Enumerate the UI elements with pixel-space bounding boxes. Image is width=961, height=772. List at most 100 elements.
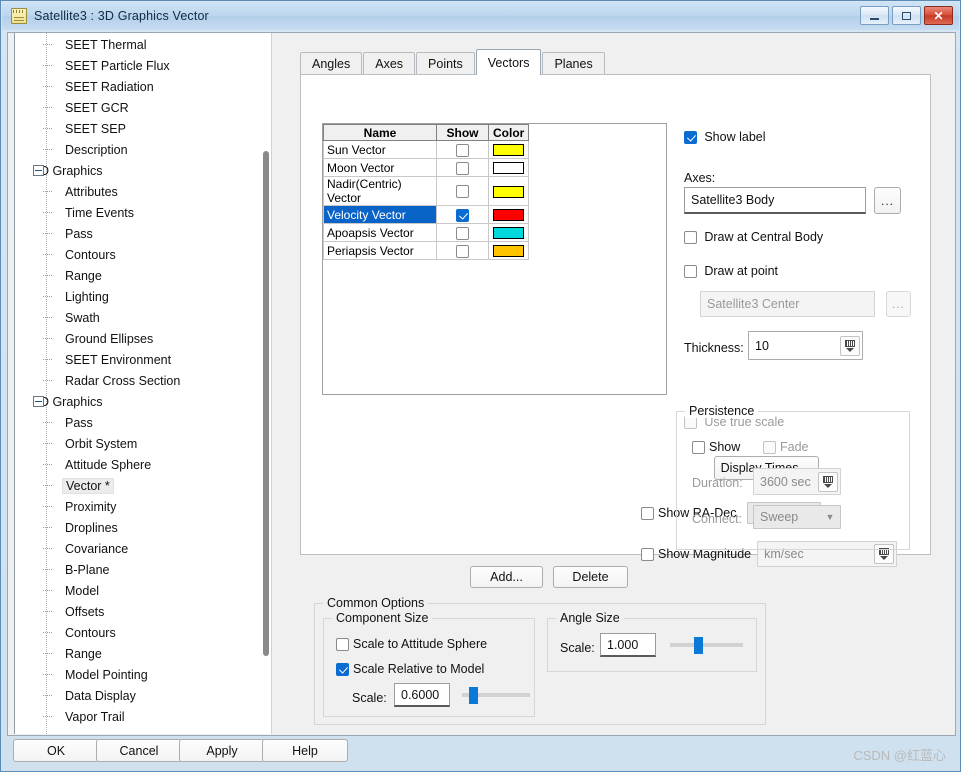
sidebar-item-seet-radiation[interactable]: SEET Radiation bbox=[15, 76, 271, 97]
add-button[interactable]: Add... bbox=[470, 566, 543, 588]
expander-collapse-icon[interactable] bbox=[33, 165, 44, 176]
vector-show-checkbox[interactable] bbox=[456, 244, 469, 258]
vector-show-cell[interactable] bbox=[436, 176, 489, 206]
table-row[interactable]: Velocity Vector bbox=[323, 205, 530, 224]
sidebar-item-time-events[interactable]: Time Events bbox=[15, 202, 271, 223]
sidebar-item-contours[interactable]: Contours bbox=[15, 244, 271, 265]
vector-list[interactable]: Name Show Color Sun Vector Moon Vector Nad… bbox=[322, 123, 667, 395]
persistence-duration-field[interactable]: 3600 sec bbox=[753, 468, 841, 495]
vector-show-checkbox[interactable] bbox=[456, 161, 469, 175]
vector-show-checkbox[interactable] bbox=[456, 208, 469, 222]
duration-stepper-icon[interactable] bbox=[818, 471, 838, 492]
maximize-button[interactable] bbox=[892, 6, 921, 25]
color-swatch[interactable] bbox=[493, 162, 525, 175]
color-swatch[interactable] bbox=[493, 185, 525, 198]
close-button[interactable]: ✕ bbox=[924, 6, 953, 25]
vector-show-checkbox[interactable] bbox=[456, 185, 469, 199]
slider-thumb[interactable] bbox=[469, 687, 479, 704]
draw-central-body-checkbox[interactable] bbox=[684, 231, 697, 245]
show-magnitude-checkbox[interactable] bbox=[641, 547, 654, 561]
column-header-color[interactable]: Color bbox=[487, 124, 530, 141]
tab-angles[interactable]: Angles bbox=[300, 52, 363, 75]
vector-color-cell[interactable] bbox=[487, 158, 530, 177]
sidebar-item-b-plane[interactable]: B-Plane bbox=[15, 559, 271, 580]
persistence-fade-checkbox[interactable] bbox=[763, 440, 776, 454]
sidebar-item-seet-particle-flux[interactable]: SEET Particle Flux bbox=[15, 55, 271, 76]
sidebar-item-3d-graphics[interactable]: 3D Graphics bbox=[15, 391, 271, 412]
sidebar-item-data-display[interactable]: Data Display bbox=[15, 685, 271, 706]
vector-show-cell[interactable] bbox=[436, 140, 489, 159]
scale-relative-model-checkbox[interactable] bbox=[336, 662, 349, 676]
sidebar-item-contours[interactable]: Contours bbox=[15, 622, 271, 643]
sidebar-item-2d-graphics[interactable]: 2D Graphics bbox=[15, 160, 271, 181]
vector-show-checkbox[interactable] bbox=[456, 143, 469, 157]
color-swatch[interactable] bbox=[493, 227, 525, 240]
persistence-show-checkbox[interactable] bbox=[692, 440, 705, 454]
table-row[interactable]: Apoapsis Vector bbox=[323, 223, 530, 242]
sidebar-item-droplines[interactable]: Droplines bbox=[15, 517, 271, 538]
delete-button[interactable]: Delete bbox=[553, 566, 628, 588]
show-label-checkbox[interactable] bbox=[684, 131, 697, 145]
help-button[interactable]: Help bbox=[262, 739, 348, 762]
minimize-button[interactable] bbox=[860, 6, 889, 25]
vector-show-cell[interactable] bbox=[436, 205, 489, 224]
component-scale-input[interactable]: 0.6000 bbox=[394, 683, 450, 707]
tab-strip[interactable]: Angles Axes Points Vectors Planes bbox=[300, 49, 606, 75]
vector-color-cell[interactable] bbox=[487, 140, 530, 159]
sidebar-item-proximity[interactable]: Proximity bbox=[15, 496, 271, 517]
color-swatch[interactable] bbox=[493, 245, 525, 258]
sidebar-item-orbit-system[interactable]: Orbit System bbox=[15, 433, 271, 454]
sidebar-item-model[interactable]: Model bbox=[15, 580, 271, 601]
sidebar-item-seet-gcr[interactable]: SEET GCR bbox=[15, 97, 271, 118]
sidebar-item-attitude-sphere[interactable]: Attitude Sphere bbox=[15, 454, 271, 475]
expander-collapse-icon[interactable] bbox=[33, 396, 44, 407]
sidebar-item-vapor-trail[interactable]: Vapor Trail bbox=[15, 706, 271, 727]
vector-show-checkbox[interactable] bbox=[456, 226, 469, 240]
sidebar-item-vector[interactable]: Vector * bbox=[15, 475, 271, 496]
sidebar-item-seet-thermal[interactable]: SEET Thermal bbox=[15, 34, 271, 55]
sidebar-item-lighting[interactable]: Lighting bbox=[15, 286, 271, 307]
vector-color-cell[interactable] bbox=[487, 223, 530, 242]
sidebar-item-offsets[interactable]: Offsets bbox=[15, 601, 271, 622]
column-header-show[interactable]: Show bbox=[436, 124, 489, 141]
persistence-connect-combo[interactable]: Sweep ▼ bbox=[753, 505, 841, 529]
tab-axes[interactable]: Axes bbox=[363, 52, 416, 75]
table-row[interactable]: Periapsis Vector bbox=[323, 241, 530, 260]
vector-show-cell[interactable] bbox=[436, 241, 489, 260]
thickness-stepper-icon[interactable] bbox=[840, 335, 860, 356]
vector-color-cell[interactable] bbox=[487, 176, 530, 206]
draw-point-browse-button[interactable]: ... bbox=[886, 291, 911, 317]
navigation-tree[interactable]: SEET Thermal SEET Particle Flux SEET Radia… bbox=[14, 33, 272, 734]
apply-button[interactable]: Apply bbox=[179, 739, 265, 762]
tab-points[interactable]: Points bbox=[416, 52, 475, 75]
thickness-input[interactable]: 10 bbox=[748, 331, 863, 360]
color-swatch[interactable] bbox=[493, 144, 525, 157]
vector-show-cell[interactable] bbox=[436, 223, 489, 242]
sidebar-item-swath[interactable]: Swath bbox=[15, 307, 271, 328]
draw-point-input[interactable]: Satellite3 Center bbox=[700, 291, 875, 317]
vector-color-cell[interactable] bbox=[487, 241, 530, 260]
sidebar-item-pass[interactable]: Pass bbox=[15, 412, 271, 433]
vector-show-cell[interactable] bbox=[436, 158, 489, 177]
sidebar-item-range[interactable]: Range bbox=[15, 265, 271, 286]
sidebar-item-pass[interactable]: Pass bbox=[15, 223, 271, 244]
slider-thumb[interactable] bbox=[694, 637, 704, 654]
table-row[interactable]: Sun Vector bbox=[323, 140, 530, 159]
tree-scrollbar[interactable] bbox=[263, 151, 269, 656]
sidebar-item-ground-ellipses[interactable]: Ground Ellipses bbox=[15, 328, 271, 349]
tab-vectors[interactable]: Vectors bbox=[475, 49, 542, 75]
sidebar-item-radar-cross-section[interactable]: Radar Cross Section bbox=[15, 370, 271, 391]
vector-color-cell[interactable] bbox=[487, 205, 530, 224]
tab-planes[interactable]: Planes bbox=[542, 52, 605, 75]
sidebar-item-attributes[interactable]: Attributes bbox=[15, 181, 271, 202]
sidebar-item-range[interactable]: Range bbox=[15, 643, 271, 664]
sidebar-item-model-pointing[interactable]: Model Pointing bbox=[15, 664, 271, 685]
angle-scale-slider[interactable] bbox=[670, 636, 743, 654]
draw-at-point-checkbox[interactable] bbox=[684, 265, 697, 279]
sidebar-item-seet-sep[interactable]: SEET SEP bbox=[15, 118, 271, 139]
angle-scale-input[interactable]: 1.000 bbox=[600, 633, 656, 657]
axes-browse-button[interactable]: ... bbox=[874, 187, 901, 214]
sidebar-item-description[interactable]: Description bbox=[15, 139, 271, 160]
sidebar-item-seet-environment[interactable]: SEET Environment bbox=[15, 349, 271, 370]
table-row[interactable]: Nadir(Centric) Vector bbox=[323, 176, 530, 206]
